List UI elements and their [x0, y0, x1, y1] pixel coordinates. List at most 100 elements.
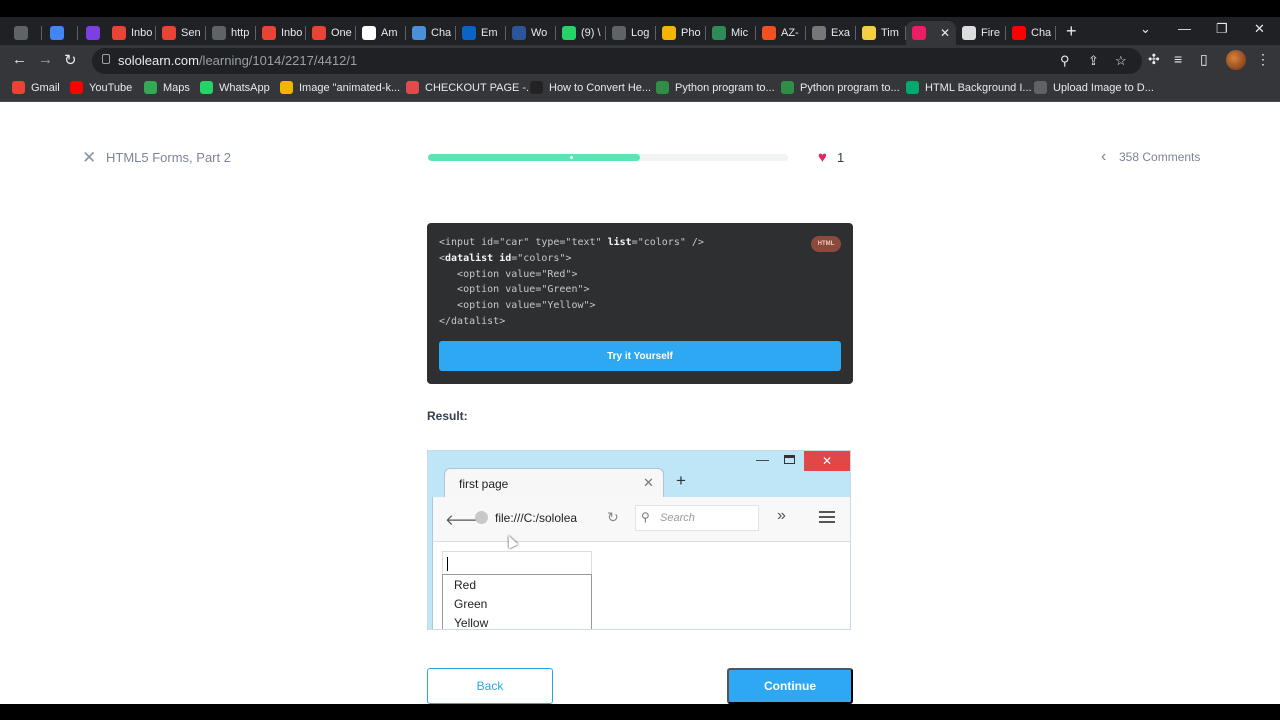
- reload-icon[interactable]: ↻: [64, 51, 77, 69]
- bookmark-label: How to Convert He...: [549, 81, 652, 94]
- lesson-title: HTML5 Forms, Part 2: [106, 150, 231, 165]
- browser-window: + ⌄ — ❐ ✕ Inbo Sen http Inbo One Am Cha Em Wo (9)…: [0, 17, 1280, 704]
- bookmark-item[interactable]: Upload Image to D...: [1034, 81, 1154, 94]
- chevron-left-icon[interactable]: ‹: [1101, 148, 1106, 166]
- browser-tab[interactable]: Wo: [506, 21, 556, 45]
- browser-tab[interactable]: (9) \: [556, 21, 606, 45]
- tab-title: first page: [459, 477, 509, 491]
- browser-toolbar: ← → ↻ sololearn.com/learning/1014/2217/4…: [0, 45, 1280, 77]
- sololearn-icon: [912, 26, 926, 40]
- bookmark-item[interactable]: HTML Background I...: [906, 81, 1032, 94]
- progress-marker: [570, 156, 573, 159]
- continue-button[interactable]: Continue: [727, 668, 853, 704]
- address-bar[interactable]: sololearn.com/learning/1014/2217/4412/1 …: [92, 48, 1142, 74]
- browser-tab[interactable]: Pho: [656, 21, 706, 45]
- bookmark-item[interactable]: Maps: [144, 81, 190, 94]
- share-icon[interactable]: ⇪: [1088, 53, 1099, 69]
- browser-tab[interactable]: Am: [356, 21, 406, 45]
- bookmark-item[interactable]: WhatsApp: [200, 81, 270, 94]
- media-icon[interactable]: ≡: [1174, 51, 1182, 67]
- bookmark-label: Python program to...: [800, 81, 900, 94]
- bookmark-item[interactable]: Python program to...: [781, 81, 900, 94]
- globe-icon: [212, 26, 226, 40]
- browser-tab[interactable]: Inbo: [256, 21, 306, 45]
- browser-tab[interactable]: [8, 21, 42, 45]
- globe-icon: [612, 26, 626, 40]
- bookmark-item[interactable]: YouTube: [70, 81, 132, 94]
- bookmark-item[interactable]: CHECKOUT PAGE -...: [406, 81, 535, 94]
- side-panel-icon[interactable]: ▯: [1200, 51, 1208, 68]
- try-it-yourself-button[interactable]: Try it Yourself: [439, 341, 841, 371]
- bookmark-label: WhatsApp: [219, 81, 270, 94]
- maps-icon: [144, 81, 157, 94]
- browser-tab[interactable]: Sen: [156, 21, 206, 45]
- bookmark-item[interactable]: How to Convert He...: [530, 81, 651, 94]
- search-icon: ⚲: [641, 510, 650, 524]
- shield-icon: [86, 26, 100, 40]
- window-close-icon[interactable]: ✕: [1254, 21, 1265, 37]
- close-lesson-icon[interactable]: ✕: [82, 149, 96, 166]
- hearts-count: 1: [837, 150, 845, 165]
- menu-dots-icon[interactable]: ⋮: [1256, 51, 1270, 68]
- tab-close-icon[interactable]: ✕: [940, 26, 950, 40]
- bookmark-label: Maps: [163, 81, 190, 94]
- browser-tab[interactable]: Mic: [706, 21, 756, 45]
- gfg-icon: [656, 81, 669, 94]
- browser-tab[interactable]: Cha: [406, 21, 456, 45]
- tab-label: Cha: [1031, 27, 1052, 39]
- browser-tab[interactable]: Inbo: [106, 21, 156, 45]
- browser-tab[interactable]: Tim: [856, 21, 906, 45]
- bookmarks-bar: Gmail YouTube Maps WhatsApp Image "animated-…: [0, 77, 1280, 102]
- forward-arrow-icon[interactable]: →: [38, 51, 53, 68]
- restore-icon[interactable]: ❐: [1216, 21, 1228, 37]
- browser-tab[interactable]: [44, 21, 78, 45]
- comments-link[interactable]: 358 Comments: [1119, 150, 1200, 164]
- browser-tab[interactable]: AZ-: [756, 21, 806, 45]
- browser-tab[interactable]: One: [306, 21, 356, 45]
- result-screenshot: — ✕ first page ✕ + 🡐 file:///C:/sololea …: [427, 450, 851, 630]
- result-label: Result:: [427, 409, 468, 423]
- youtube-icon: [70, 81, 83, 94]
- progress-fill: [428, 154, 641, 161]
- new-tab-button[interactable]: +: [1066, 22, 1077, 40]
- browser-tab[interactable]: Log: [606, 21, 656, 45]
- gmail-icon: [312, 26, 326, 40]
- browser-tab[interactable]: ✕: [906, 21, 956, 45]
- browser-tab[interactable]: Exa: [806, 21, 856, 45]
- search-box: ⚲ Search: [635, 505, 759, 531]
- bookmark-label: HTML Background I...: [925, 81, 1032, 94]
- bookmark-item[interactable]: Gmail: [12, 81, 60, 94]
- outlook-icon: [462, 26, 476, 40]
- minimize-icon[interactable]: —: [1178, 21, 1191, 36]
- zoom-icon[interactable]: ⚲: [1060, 53, 1070, 69]
- browser-tab[interactable]: Fire: [956, 21, 1006, 45]
- tab-divider: [1055, 26, 1056, 40]
- chevrons-right-icon: »: [777, 507, 786, 524]
- tab-search-icon[interactable]: ⌄: [1140, 21, 1151, 37]
- browser-tab[interactable]: Em: [456, 21, 506, 45]
- bookmark-star-icon[interactable]: ☆: [1115, 53, 1127, 69]
- tab-label: AZ-: [781, 27, 799, 39]
- reload-icon: ↻: [607, 509, 619, 525]
- tab-label: Exa: [831, 27, 850, 39]
- browser-tab[interactable]: http: [206, 21, 256, 45]
- tab-label: Inbo: [281, 27, 303, 39]
- star-icon: [280, 81, 293, 94]
- bookmark-item[interactable]: Image "animated-k...: [280, 81, 400, 94]
- tab-label: Am: [381, 27, 398, 39]
- back-button[interactable]: Back: [427, 668, 553, 704]
- search-placeholder: Search: [660, 512, 695, 524]
- profile-avatar[interactable]: [1226, 50, 1246, 70]
- heart-icon: ♥: [818, 149, 827, 166]
- bookmark-label: Image "animated-k...: [299, 81, 401, 94]
- tab-label: Sen: [181, 27, 201, 39]
- gfg-icon: [781, 81, 794, 94]
- whatsapp-icon: [200, 81, 213, 94]
- text-caret: [447, 557, 448, 571]
- bookmark-item[interactable]: Python program to...: [656, 81, 775, 94]
- back-arrow-icon[interactable]: ←: [12, 51, 27, 68]
- extensions-icon[interactable]: ✣: [1148, 51, 1160, 68]
- browser-nav-bar: 🡐 file:///C:/sololea ↻ ⚲ Search »: [432, 497, 850, 541]
- browser-tab[interactable]: Cha: [1006, 21, 1056, 45]
- microsoft-icon: [762, 26, 776, 40]
